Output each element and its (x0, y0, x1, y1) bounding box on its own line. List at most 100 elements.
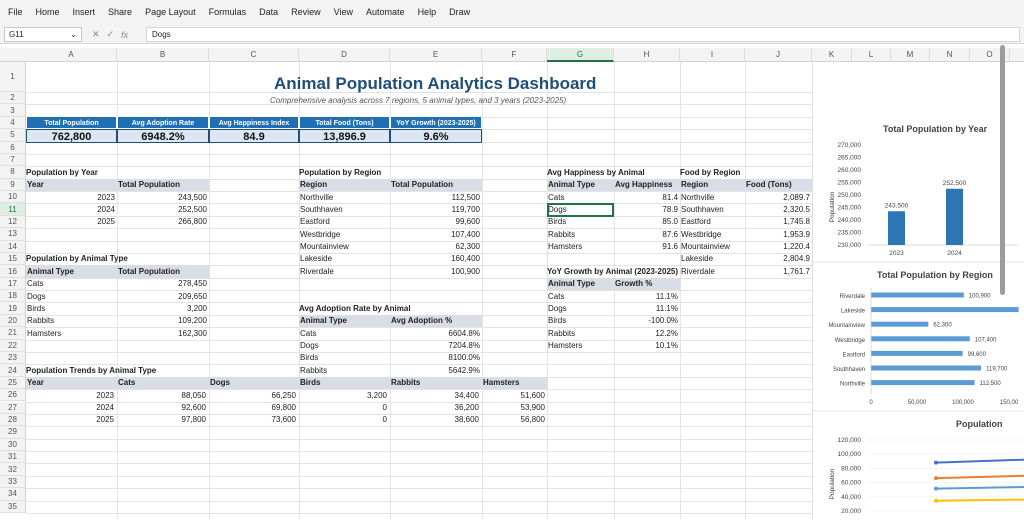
column-label[interactable]: Growth % (615, 278, 681, 290)
column-header-F[interactable]: F (482, 48, 547, 62)
table-title[interactable]: Population by Region (299, 167, 482, 179)
table-cell[interactable]: 8100.0% (390, 352, 480, 364)
table-cell[interactable]: Riverdale (300, 266, 388, 278)
table-title[interactable]: Population Trends by Animal Type (26, 365, 326, 377)
row-header[interactable]: 17 (0, 277, 26, 291)
column-header-C[interactable]: C (209, 48, 299, 62)
table-cell[interactable]: Rabbits (548, 229, 612, 241)
table-cell[interactable]: 2024 (27, 204, 115, 216)
table-cell[interactable]: 66,250 (209, 390, 296, 402)
column-label[interactable]: Animal Type (548, 179, 615, 191)
column-label[interactable]: Animal Type (300, 315, 391, 327)
table-cell[interactable]: Eastford (681, 216, 743, 228)
row-header[interactable]: 13 (0, 228, 26, 241)
column-label[interactable]: Animal Type (548, 278, 615, 290)
column-label[interactable]: Total Population (391, 179, 483, 191)
table-cell[interactable]: 3,200 (117, 303, 207, 315)
menu-draw[interactable]: Draw (449, 7, 470, 17)
row-header[interactable]: 34 (0, 488, 26, 501)
table-cell[interactable]: Cats (548, 192, 612, 204)
column-header-N[interactable]: N (930, 48, 970, 62)
row-header[interactable]: 3 (0, 104, 26, 117)
table-cell[interactable]: 1,761.7 (745, 266, 810, 278)
column-header-K[interactable]: K (812, 48, 852, 62)
menu-insert[interactable]: Insert (73, 7, 96, 17)
table-cell[interactable]: Dogs (300, 340, 388, 352)
column-label[interactable]: Avg Adoption % (391, 315, 483, 327)
table-cell[interactable]: Dogs (548, 303, 612, 315)
selected-cell-outline[interactable] (547, 203, 614, 218)
table-cell[interactable]: Rabbits (27, 315, 115, 327)
column-header-L[interactable]: L (852, 48, 891, 62)
table-cell[interactable]: Hamsters (27, 328, 115, 340)
row-header[interactable]: 16 (0, 265, 26, 278)
row-header[interactable]: 10 (0, 191, 26, 204)
table-cell[interactable]: 99,600 (390, 216, 480, 228)
table-cell[interactable]: 2,804.9 (745, 253, 810, 265)
table-cell[interactable]: 69,800 (209, 402, 296, 414)
column-label[interactable]: Region (681, 179, 746, 191)
row-header[interactable]: 7 (0, 153, 26, 167)
column-label[interactable]: Year (27, 377, 118, 389)
menu-formulas[interactable]: Formulas (209, 7, 247, 17)
table-cell[interactable]: 1,745.8 (745, 216, 810, 228)
column-label[interactable]: Avg Happiness (615, 179, 681, 191)
table-cell[interactable]: 12.2% (614, 328, 678, 340)
cancel-icon[interactable]: ✕ (92, 29, 100, 40)
table-title[interactable]: Population by Year (26, 167, 209, 179)
table-cell[interactable]: 73,600 (209, 414, 296, 426)
column-label[interactable]: Total Population (118, 266, 210, 278)
column-label[interactable]: Hamsters (483, 377, 549, 389)
table-cell[interactable]: Birds (27, 303, 115, 315)
table-cell[interactable]: 11.1% (614, 303, 678, 315)
table-cell[interactable]: 0 (299, 402, 387, 414)
row-header[interactable]: 25 (0, 376, 26, 390)
table-cell[interactable]: Rabbits (548, 328, 612, 340)
table-cell[interactable]: Eastford (300, 216, 388, 228)
table-cell[interactable]: 88,050 (117, 390, 206, 402)
row-header[interactable]: 24 (0, 364, 26, 377)
table-cell[interactable]: 119,700 (390, 204, 480, 216)
table-cell[interactable]: Northville (300, 192, 388, 204)
column-label[interactable]: Food (Tons) (746, 179, 813, 191)
menu-help[interactable]: Help (418, 7, 437, 17)
table-cell[interactable]: Lakeside (300, 253, 388, 265)
table-cell[interactable]: Southhaven (681, 204, 743, 216)
column-label[interactable]: Rabbits (391, 377, 483, 389)
row-header[interactable]: 26 (0, 389, 26, 402)
row-header[interactable]: 31 (0, 451, 26, 464)
table-cell[interactable]: 51,600 (482, 390, 545, 402)
table-cell[interactable]: Birds (548, 315, 612, 327)
table-cell[interactable]: Westbridge (681, 229, 743, 241)
row-header[interactable]: 30 (0, 438, 26, 451)
table-cell[interactable]: 62,300 (390, 241, 480, 253)
table-cell[interactable]: 1,953.9 (745, 229, 810, 241)
table-cell[interactable]: 3,200 (299, 390, 387, 402)
table-cell[interactable]: 10.1% (614, 340, 678, 352)
menu-page-layout[interactable]: Page Layout (145, 7, 196, 17)
name-box[interactable]: G11 ⌄ (4, 27, 82, 42)
column-header-E[interactable]: E (390, 48, 482, 62)
table-cell[interactable]: 7204.8% (390, 340, 480, 352)
table-cell[interactable]: 78.9 (614, 204, 678, 216)
menu-data[interactable]: Data (259, 7, 278, 17)
table-title[interactable]: YoY Growth by Animal (2023-2025) (547, 266, 680, 278)
table-cell[interactable]: 92,600 (117, 402, 206, 414)
row-header[interactable]: 14 (0, 240, 26, 253)
row-header[interactable]: 8 (0, 166, 26, 179)
table-cell[interactable]: 160,400 (390, 253, 480, 265)
table-cell[interactable]: 11.1% (614, 291, 678, 303)
column-header-J[interactable]: J (745, 48, 812, 62)
row-header[interactable]: 18 (0, 290, 26, 303)
table-cell[interactable]: 2025 (26, 414, 114, 426)
row-header[interactable]: 11 (0, 203, 26, 216)
table-cell[interactable]: 97,800 (117, 414, 206, 426)
table-cell[interactable]: Birds (300, 352, 388, 364)
table-cell[interactable]: Hamsters (548, 241, 612, 253)
table-cell[interactable]: 5642.9% (390, 365, 480, 377)
row-header[interactable]: 9 (0, 178, 26, 192)
row-header[interactable]: 33 (0, 475, 26, 489)
row-header[interactable]: 28 (0, 413, 26, 427)
table-cell[interactable]: 1,220.4 (745, 241, 810, 253)
function-icon[interactable]: fx (121, 30, 128, 40)
